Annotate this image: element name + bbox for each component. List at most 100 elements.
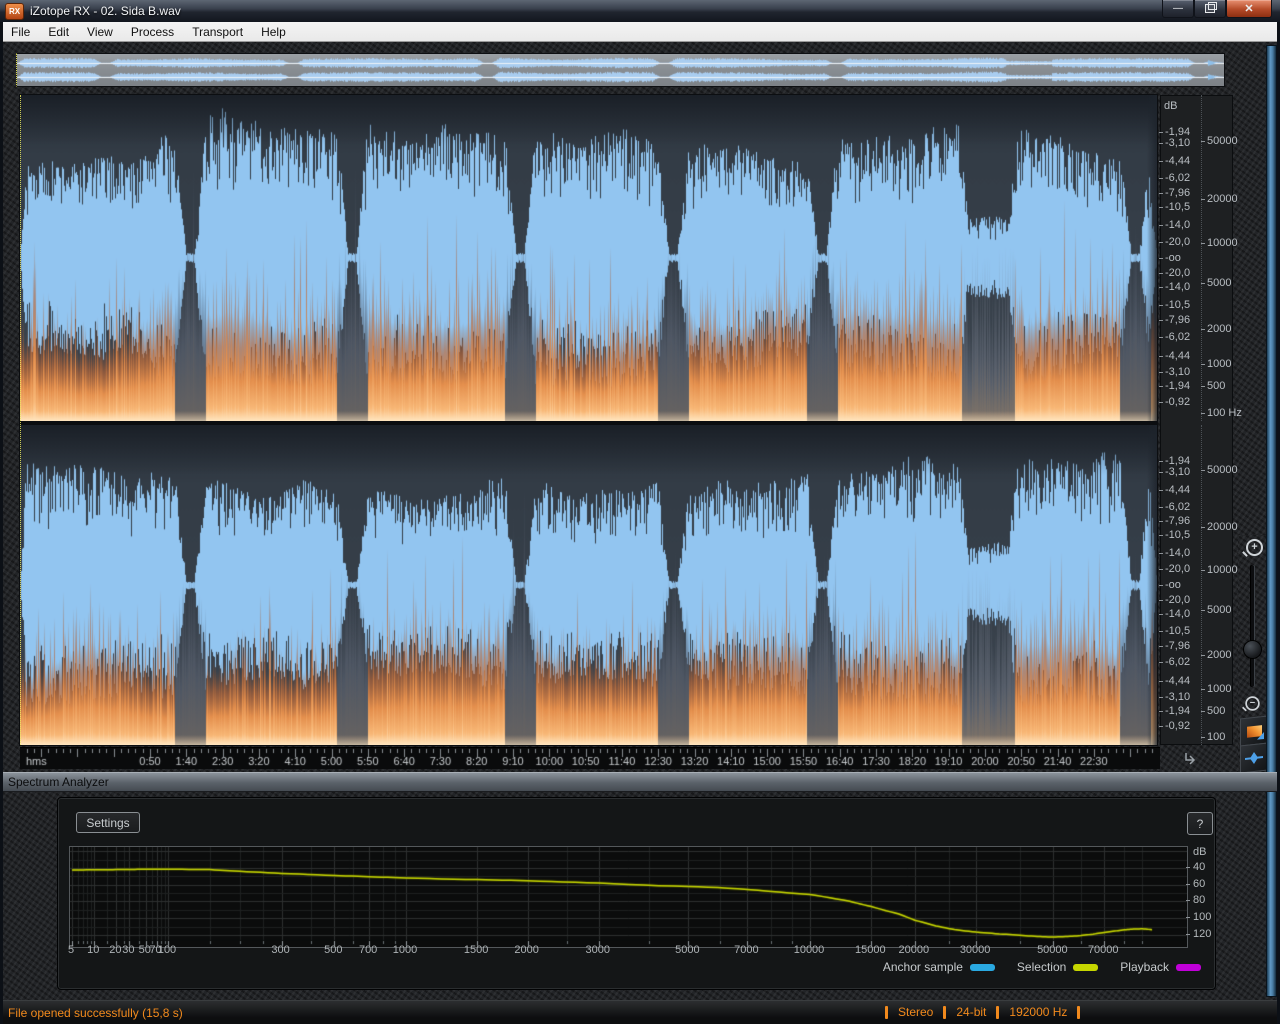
file-overview-strip[interactable]	[16, 53, 1225, 87]
minimize-button[interactable]: —	[1162, 0, 1194, 18]
db-tick	[1159, 386, 1163, 387]
freq-scale-label: 2000	[1207, 649, 1231, 661]
db-scale-label: -20,0	[1165, 236, 1190, 248]
analyzer-db-tick	[1186, 884, 1190, 885]
db-scale-label: -4,44	[1165, 675, 1190, 687]
close-button[interactable]: ✕	[1226, 0, 1272, 18]
analyzer-freq-label: 50000	[1037, 944, 1068, 956]
analyzer-freq-label: 100	[158, 944, 176, 956]
spectrogram-view-button[interactable]	[1240, 716, 1268, 747]
waveform-icon	[1245, 751, 1263, 765]
freq-scale-label: 20000	[1207, 521, 1238, 533]
analyzer-freq-label: 1000	[393, 944, 417, 956]
db-scale-label: -10,5	[1165, 625, 1190, 637]
analyzer-freq-label: 70000	[1088, 944, 1119, 956]
db-scale-label: -3,10	[1165, 366, 1190, 378]
freq-tick	[1201, 570, 1205, 571]
title-bar[interactable]: RX iZotope RX - 02. Sida B.wav — ✕	[0, 0, 1280, 23]
menu-transport[interactable]: Transport	[183, 23, 252, 41]
db-tick	[1159, 178, 1163, 179]
db-tick	[1159, 193, 1163, 194]
freq-tick	[1201, 141, 1205, 142]
status-separator	[885, 1006, 888, 1019]
status-separator	[996, 1006, 999, 1019]
analyzer-db-label: 60	[1193, 878, 1205, 890]
restore-button[interactable]	[1194, 0, 1226, 18]
menu-help[interactable]: Help	[252, 23, 295, 41]
db-scale-label: -20,0	[1165, 563, 1190, 575]
db-tick	[1159, 631, 1163, 632]
menu-view[interactable]: View	[78, 23, 122, 41]
db-tick	[1159, 320, 1163, 321]
db-scale-label: -oo	[1165, 252, 1181, 264]
db-tick	[1159, 225, 1163, 226]
spectrogram-channel-right[interactable]	[20, 425, 1157, 745]
db-scale-label: -4,44	[1165, 155, 1190, 167]
freq-tick	[1201, 364, 1205, 365]
menu-bar: FileEditViewProcessTransportHelp	[0, 22, 1280, 42]
freq-tick	[1201, 243, 1205, 244]
overview-waveform[interactable]	[17, 54, 1224, 86]
menu-process[interactable]: Process	[122, 23, 183, 41]
minimize-icon: —	[1173, 3, 1183, 14]
db-tick	[1159, 258, 1163, 259]
analyzer-freq-label: 3000	[586, 944, 610, 956]
app-logo-icon: RX	[5, 3, 24, 20]
analyzer-db-tick	[1186, 934, 1190, 935]
freq-tick	[1201, 737, 1205, 738]
zoom-slider-track[interactable]	[1250, 565, 1254, 687]
db-scale-label: -14,0	[1165, 547, 1190, 559]
db-tick	[1159, 697, 1163, 698]
freq-scale-label: 2000	[1207, 323, 1231, 335]
analyzer-help-button[interactable]: ?	[1187, 812, 1213, 835]
db-scale-label: -1,94	[1165, 380, 1190, 392]
db-scale-header: dB	[1164, 100, 1177, 112]
db-scale-label: -6,02	[1165, 172, 1190, 184]
legend-swatch	[1073, 964, 1098, 971]
freq-scale-label: 1000	[1207, 683, 1231, 695]
db-tick	[1159, 242, 1163, 243]
window-edge-left	[0, 22, 3, 1024]
zoom-controls: + −	[1238, 535, 1266, 763]
freq-scale-label: 5000	[1207, 604, 1231, 616]
freq-scale-separator	[1201, 95, 1202, 421]
db-scale-label: -14,0	[1165, 608, 1190, 620]
freq-scale-separator	[1201, 425, 1202, 745]
analyzer-db-label: 100	[1193, 911, 1211, 923]
menu-edit[interactable]: Edit	[39, 23, 78, 41]
status-field: 192000 Hz	[1009, 1005, 1067, 1019]
db-tick	[1159, 143, 1163, 144]
freq-tick	[1201, 386, 1205, 387]
level-strip[interactable]	[1266, 45, 1277, 997]
freq-tick	[1201, 199, 1205, 200]
analyzer-freq-label: 7000	[734, 944, 758, 956]
analyzer-db-tick	[1186, 900, 1190, 901]
zoom-in-icon[interactable]: +	[1246, 539, 1263, 556]
time-ruler[interactable]	[20, 747, 1160, 769]
analyzer-freq-label: 30000	[960, 944, 991, 956]
db-scale-label: -3,10	[1165, 691, 1190, 703]
freq-scale-label: 50000	[1207, 135, 1238, 147]
db-tick	[1159, 287, 1163, 288]
freq-scale-label: 20000	[1207, 193, 1238, 205]
spectrogram-channel-left[interactable]	[20, 95, 1157, 421]
db-scale-label: -oo	[1165, 579, 1181, 591]
waveform-view-button[interactable]	[1240, 743, 1268, 774]
legend-label: Anchor sample	[883, 960, 963, 974]
db-scale-label: -7,96	[1165, 515, 1190, 527]
ruler-end-icon	[1183, 752, 1199, 766]
analyzer-settings-button[interactable]: Settings	[76, 812, 140, 833]
legend-swatch	[1176, 964, 1201, 971]
db-tick	[1159, 521, 1163, 522]
analyzer-db-tick	[1186, 917, 1190, 918]
window-title: iZotope RX - 02. Sida B.wav	[30, 4, 181, 18]
freq-scale-label: 100 Hz	[1207, 407, 1242, 419]
zoom-slider-knob[interactable]	[1243, 640, 1262, 659]
analyzer-panel: Settings ? 51020305070100300500700100015…	[57, 797, 1216, 990]
analyzer-freq-label: 30	[122, 944, 134, 956]
analyzer-header[interactable]: Spectrum Analyzer	[0, 772, 1280, 792]
menu-file[interactable]: File	[2, 23, 39, 41]
analyzer-db-tick	[1186, 867, 1190, 868]
db-scale-label: -7,96	[1165, 187, 1190, 199]
zoom-out-icon[interactable]: −	[1245, 696, 1259, 710]
